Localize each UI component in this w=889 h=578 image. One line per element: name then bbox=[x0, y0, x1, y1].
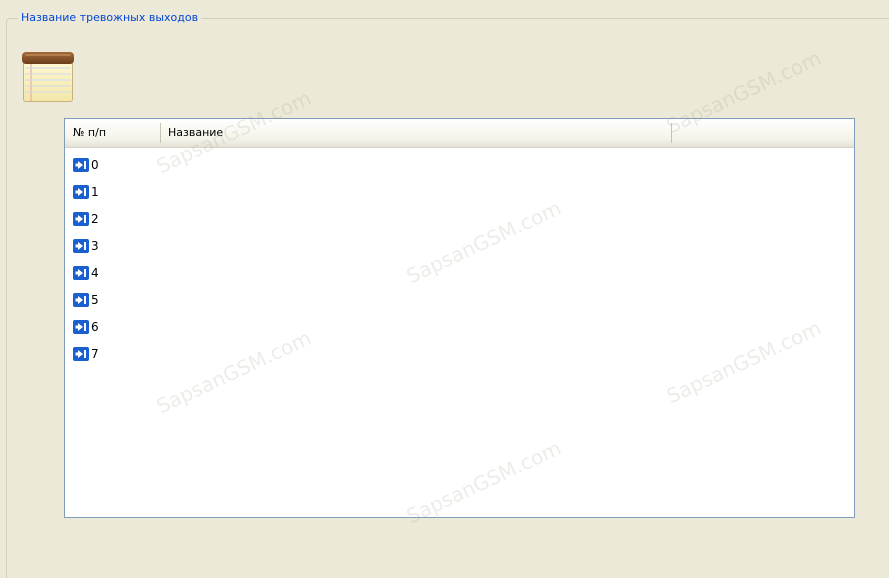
output-arrow-icon bbox=[73, 320, 89, 334]
row-number: 5 bbox=[91, 293, 99, 307]
list-item[interactable]: 7 bbox=[73, 345, 99, 363]
list-item[interactable]: 4 bbox=[73, 264, 99, 282]
list-item[interactable]: 6 bbox=[73, 318, 99, 336]
output-arrow-icon bbox=[73, 158, 89, 172]
list-item[interactable]: 2 bbox=[73, 210, 99, 228]
notepad-icon bbox=[21, 50, 75, 103]
row-number: 7 bbox=[91, 347, 99, 361]
groupbox-title: Название тревожных выходов bbox=[18, 10, 202, 26]
list-item[interactable]: 5 bbox=[73, 291, 99, 309]
list-item[interactable]: 1 bbox=[73, 183, 99, 201]
row-number: 6 bbox=[91, 320, 99, 334]
row-number: 2 bbox=[91, 212, 99, 226]
output-arrow-icon bbox=[73, 293, 89, 307]
output-arrow-icon bbox=[73, 239, 89, 253]
list-item[interactable]: 0 bbox=[73, 156, 99, 174]
output-arrow-icon bbox=[73, 347, 89, 361]
row-number: 1 bbox=[91, 185, 99, 199]
output-arrow-icon bbox=[73, 185, 89, 199]
outputs-list[interactable]: № п/п Название 0 1 2 3 4 5 6 7 bbox=[64, 118, 855, 518]
row-number: 0 bbox=[91, 158, 99, 172]
list-item[interactable]: 3 bbox=[73, 237, 99, 255]
output-arrow-icon bbox=[73, 266, 89, 280]
row-number: 3 bbox=[91, 239, 99, 253]
column-header-number[interactable]: № п/п bbox=[65, 119, 160, 147]
column-header-empty[interactable] bbox=[671, 119, 854, 147]
output-arrow-icon bbox=[73, 212, 89, 226]
list-header: № п/п Название bbox=[65, 119, 854, 148]
row-number: 4 bbox=[91, 266, 99, 280]
column-header-name[interactable]: Название bbox=[160, 119, 671, 147]
